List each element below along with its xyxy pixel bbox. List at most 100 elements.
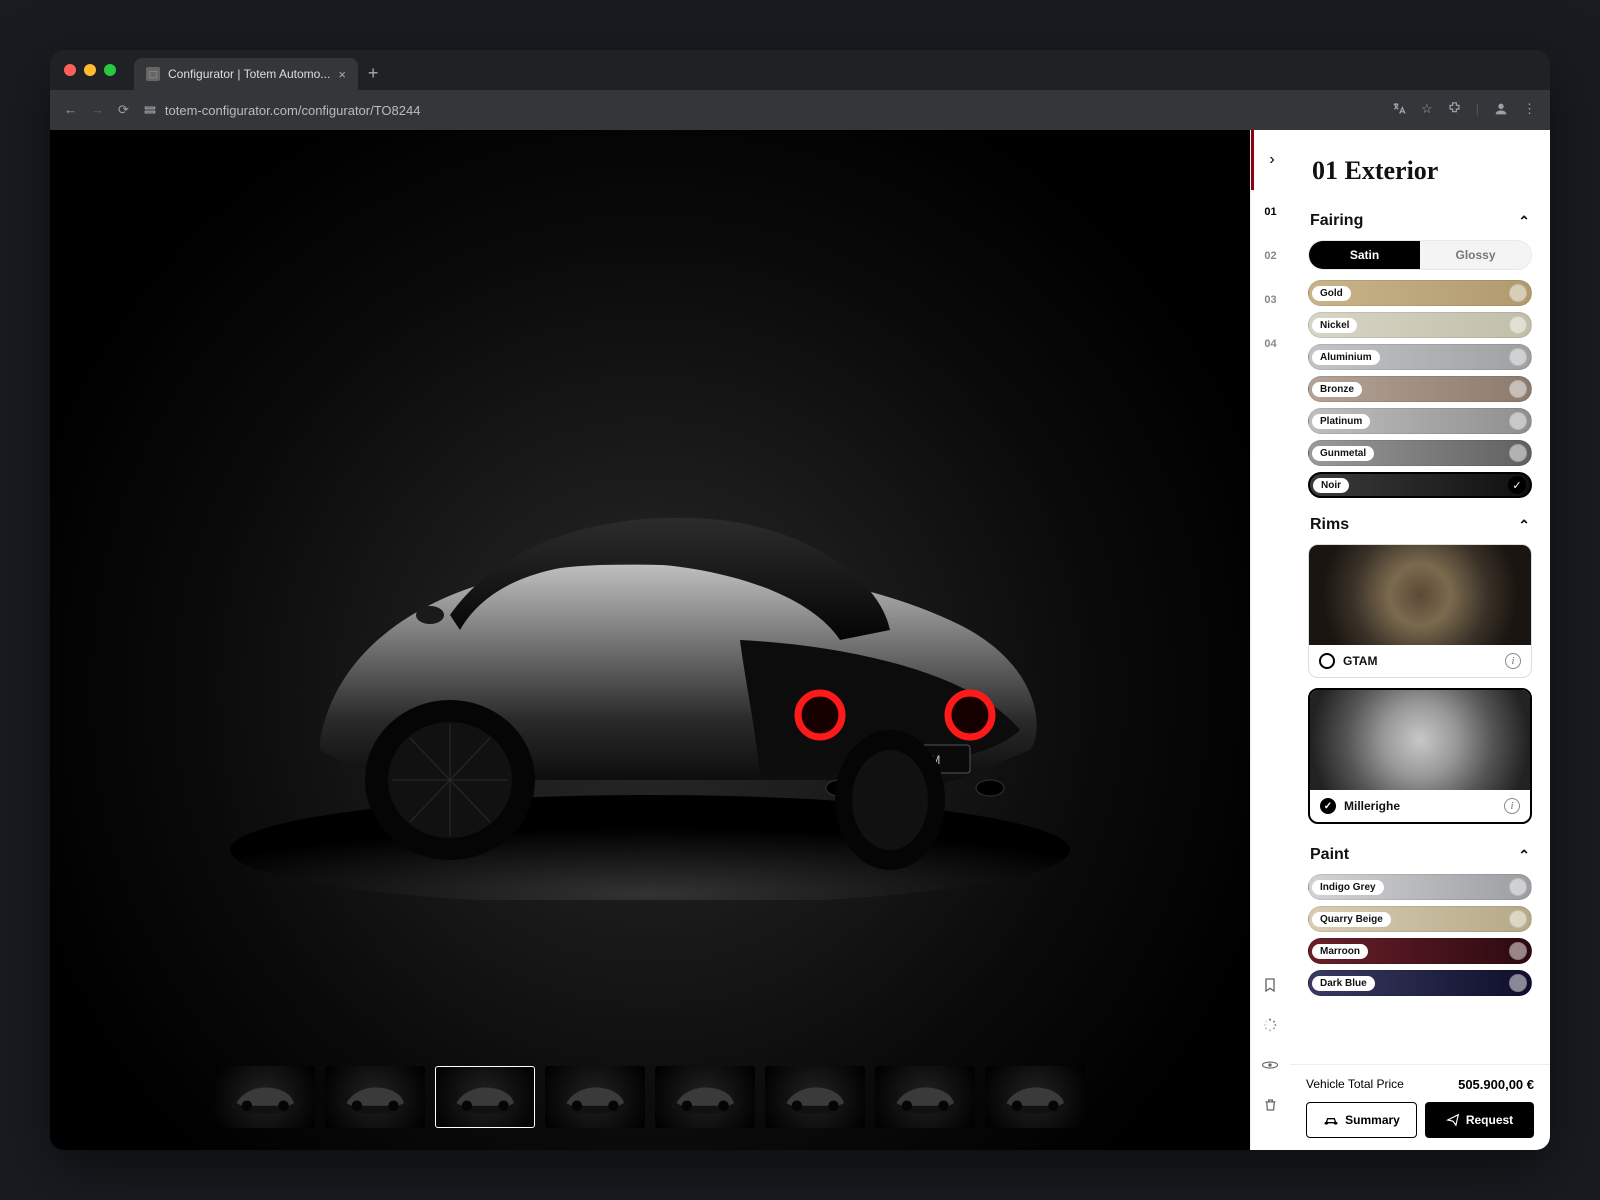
- swatch-indicator: ✓: [1508, 476, 1526, 494]
- swatch-label: Aluminium: [1312, 350, 1380, 365]
- swatch-label: Dark Blue: [1312, 976, 1375, 991]
- chevron-up-icon: ⌃: [1518, 213, 1530, 230]
- info-icon[interactable]: i: [1505, 653, 1521, 669]
- tool-rail: [1250, 960, 1290, 1130]
- swatch-label: Bronze: [1312, 382, 1362, 397]
- swatch-indicator: [1509, 444, 1527, 462]
- thumb-side-left[interactable]: [325, 1066, 425, 1128]
- delete-icon[interactable]: [1261, 1096, 1279, 1114]
- thumb-top[interactable]: [765, 1066, 865, 1128]
- step-04[interactable]: 04: [1264, 322, 1276, 366]
- rim-label: GTAM: [1343, 654, 1377, 668]
- swatch-label: Gunmetal: [1312, 446, 1374, 461]
- swatch-indicator: [1509, 348, 1527, 366]
- chevron-up-icon: ⌃: [1518, 517, 1530, 534]
- url-bar: ← → ⟳ totem-configurator.com/configurato…: [50, 90, 1550, 130]
- swatch-indicator: [1509, 284, 1527, 302]
- browser-tab[interactable]: ⬚ Configurator | Totem Automo... ×: [134, 58, 358, 90]
- translate-icon[interactable]: [1391, 101, 1407, 120]
- swatch-indicator: [1509, 412, 1527, 430]
- maximize-icon[interactable]: [104, 64, 116, 76]
- rim-option-millerighe[interactable]: Millerighei: [1308, 688, 1532, 824]
- thumbnail-strip: [215, 1066, 1085, 1128]
- section-fairing[interactable]: Fairing ⌃: [1308, 200, 1532, 240]
- collapse-panel-button[interactable]: ›: [1251, 130, 1290, 190]
- url-field[interactable]: totem-configurator.com/configurator/TO82…: [143, 103, 1377, 118]
- radio-icon: [1320, 798, 1336, 814]
- site-settings-icon[interactable]: [143, 103, 157, 117]
- finish-satin[interactable]: Satin: [1309, 241, 1420, 269]
- close-icon[interactable]: [64, 64, 76, 76]
- swatch-nickel[interactable]: Nickel: [1308, 312, 1532, 338]
- swatch-bronze[interactable]: Bronze: [1308, 376, 1532, 402]
- extensions-icon[interactable]: [1447, 101, 1462, 120]
- swatch-indicator: [1509, 942, 1527, 960]
- summary-button[interactable]: Summary: [1306, 1102, 1417, 1138]
- swatch-aluminium[interactable]: Aluminium: [1308, 344, 1532, 370]
- thumb-interior-dash[interactable]: [875, 1066, 975, 1128]
- loading-icon[interactable]: [1261, 1016, 1279, 1034]
- request-button[interactable]: Request: [1425, 1102, 1534, 1138]
- menu-icon[interactable]: ⋮: [1523, 101, 1536, 120]
- radio-icon: [1319, 653, 1335, 669]
- thumb-rear-right[interactable]: [655, 1066, 755, 1128]
- car-icon: [1323, 1114, 1339, 1126]
- swatch-gold[interactable]: Gold: [1308, 280, 1532, 306]
- minimize-icon[interactable]: [84, 64, 96, 76]
- thumb-interior-seats[interactable]: [985, 1066, 1085, 1128]
- reload-icon[interactable]: ⟳: [118, 102, 129, 118]
- panel-footer: Vehicle Total Price 505.900,00 € Summary…: [1290, 1064, 1550, 1150]
- thumb-front-left[interactable]: [215, 1066, 315, 1128]
- swatch-noir[interactable]: Noir ✓: [1308, 472, 1532, 498]
- section-rims[interactable]: Rims ⌃: [1308, 504, 1532, 544]
- swatch-marroon[interactable]: Marroon: [1308, 938, 1532, 964]
- step-02[interactable]: 02: [1264, 234, 1276, 278]
- swatch-gunmetal[interactable]: Gunmetal: [1308, 440, 1532, 466]
- rim-image: [1309, 545, 1531, 645]
- profile-icon[interactable]: [1493, 101, 1509, 120]
- favicon-icon: ⬚: [146, 67, 160, 81]
- send-icon: [1446, 1113, 1460, 1127]
- info-icon[interactable]: i: [1504, 798, 1520, 814]
- swatch-label: Marroon: [1312, 944, 1368, 959]
- bookmark-star-icon[interactable]: ☆: [1421, 101, 1433, 120]
- window-controls: [64, 64, 116, 76]
- swatch-label: Noir: [1313, 478, 1349, 493]
- new-tab-button[interactable]: +: [368, 63, 379, 84]
- app: TOTEM: [50, 130, 1550, 1150]
- viewer: TOTEM: [50, 130, 1250, 1150]
- step-01[interactable]: 01: [1264, 190, 1276, 234]
- swatch-indicator: [1509, 380, 1527, 398]
- price-value: 505.900,00 €: [1458, 1077, 1534, 1092]
- car-stage[interactable]: TOTEM: [50, 130, 1250, 1150]
- section-paint[interactable]: Paint ⌃: [1308, 834, 1532, 874]
- titlebar: ⬚ Configurator | Totem Automo... × +: [50, 50, 1550, 90]
- swatch-indicator: [1509, 910, 1527, 928]
- forward-icon[interactable]: →: [91, 102, 104, 118]
- swatch-label: Gold: [1312, 286, 1351, 301]
- swatch-indicator: [1509, 878, 1527, 896]
- thumb-rear-left[interactable]: [435, 1066, 535, 1128]
- rim-image: [1310, 690, 1530, 790]
- swatch-label: Indigo Grey: [1312, 880, 1384, 895]
- price-label: Vehicle Total Price: [1306, 1077, 1404, 1092]
- finish-glossy[interactable]: Glossy: [1420, 241, 1531, 269]
- swatch-platinum[interactable]: Platinum: [1308, 408, 1532, 434]
- bookmark-icon[interactable]: [1261, 976, 1279, 994]
- rotate-icon[interactable]: [1261, 1056, 1279, 1074]
- finish-toggle: SatinGlossy: [1308, 240, 1532, 270]
- swatch-dark-blue[interactable]: Dark Blue: [1308, 970, 1532, 996]
- browser-window: ⬚ Configurator | Totem Automo... × + ← →…: [50, 50, 1550, 1150]
- swatch-indicator: [1509, 974, 1527, 992]
- step-03[interactable]: 03: [1264, 278, 1276, 322]
- tab-close-icon[interactable]: ×: [338, 67, 346, 82]
- panel-title: 01 Exterior: [1290, 130, 1550, 200]
- rim-option-gtam[interactable]: GTAM i: [1308, 544, 1532, 678]
- swatch-label: Quarry Beige: [1312, 912, 1391, 927]
- thumb-rear[interactable]: [545, 1066, 645, 1128]
- swatch-indigo-grey[interactable]: Indigo Grey: [1308, 874, 1532, 900]
- tab-title: Configurator | Totem Automo...: [168, 67, 330, 81]
- car-render: TOTEM: [200, 380, 1100, 900]
- back-icon[interactable]: ←: [64, 102, 77, 118]
- swatch-quarry-beige[interactable]: Quarry Beige: [1308, 906, 1532, 932]
